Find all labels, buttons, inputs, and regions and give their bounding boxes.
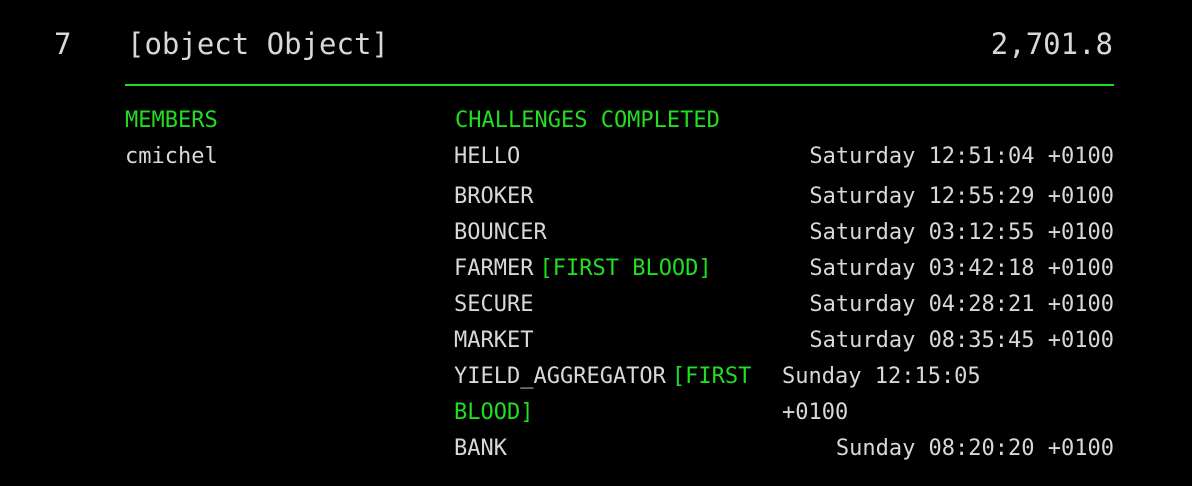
- challenge-name: BANK: [454, 436, 507, 461]
- challenge-name: HELLO: [454, 144, 521, 169]
- members-list: cmichel: [125, 143, 218, 179]
- challenge-row: BROKER Saturday 12:55:29 +0100: [454, 179, 1114, 215]
- challenge-row: BANK Sunday 08:20:20 +0100: [454, 431, 1114, 467]
- members-heading: MEMBERS: [125, 108, 218, 133]
- challenge-time: Sunday 12:15:05 +0100: [782, 364, 981, 425]
- member-item: cmichel: [125, 144, 218, 169]
- challenge-time: Sunday 08:20:20 +0100: [835, 436, 1114, 461]
- challenge-time: Saturday 03:42:18 +0100: [809, 256, 1114, 281]
- header-divider: [125, 84, 1114, 86]
- team-rank: 7: [54, 27, 72, 61]
- team-header: 7 [object Object] 2,701.8: [0, 0, 1192, 90]
- team-name: [object Object]: [127, 27, 389, 61]
- challenges-heading: CHALLENGES COMPLETED: [455, 108, 720, 133]
- challenge-time: Saturday 12:51:04 +0100: [809, 144, 1114, 169]
- challenge-time: Saturday 04:28:21 +0100: [809, 292, 1114, 317]
- challenge-name: FARMER: [454, 256, 534, 281]
- challenges-table: HELLO Saturday 12:51:04 +0100 BROKER Sat…: [454, 143, 1114, 467]
- challenge-time: Saturday 12:55:29 +0100: [809, 184, 1114, 209]
- challenge-name: SECURE: [454, 292, 534, 317]
- challenge-row: FARMER [FIRST BLOOD] Saturday 03:42:18 +0…: [454, 251, 1114, 287]
- challenge-time: Saturday 08:35:45 +0100: [809, 328, 1114, 353]
- challenge-name: BOUNCER: [454, 220, 547, 245]
- challenge-row: HELLO Saturday 12:51:04 +0100: [454, 143, 1114, 179]
- challenge-name: MARKET: [454, 328, 534, 353]
- challenge-row: MARKET Saturday 08:35:45 +0100: [454, 323, 1114, 359]
- team-score: 2,701.8: [990, 27, 1113, 61]
- challenge-row: YIELD_AGGREGATOR [FIRST BLOOD] Sunday 12:…: [454, 359, 1114, 431]
- challenge-row: BOUNCER Saturday 03:12:55 +0100: [454, 215, 1114, 251]
- challenge-time: Saturday 03:12:55 +0100: [809, 220, 1114, 245]
- challenge-name: YIELD_AGGREGATOR: [454, 364, 666, 389]
- first-blood-badge: [FIRST BLOOD]: [539, 256, 712, 281]
- challenge-row: SECURE Saturday 04:28:21 +0100: [454, 287, 1114, 323]
- challenge-name: BROKER: [454, 184, 534, 209]
